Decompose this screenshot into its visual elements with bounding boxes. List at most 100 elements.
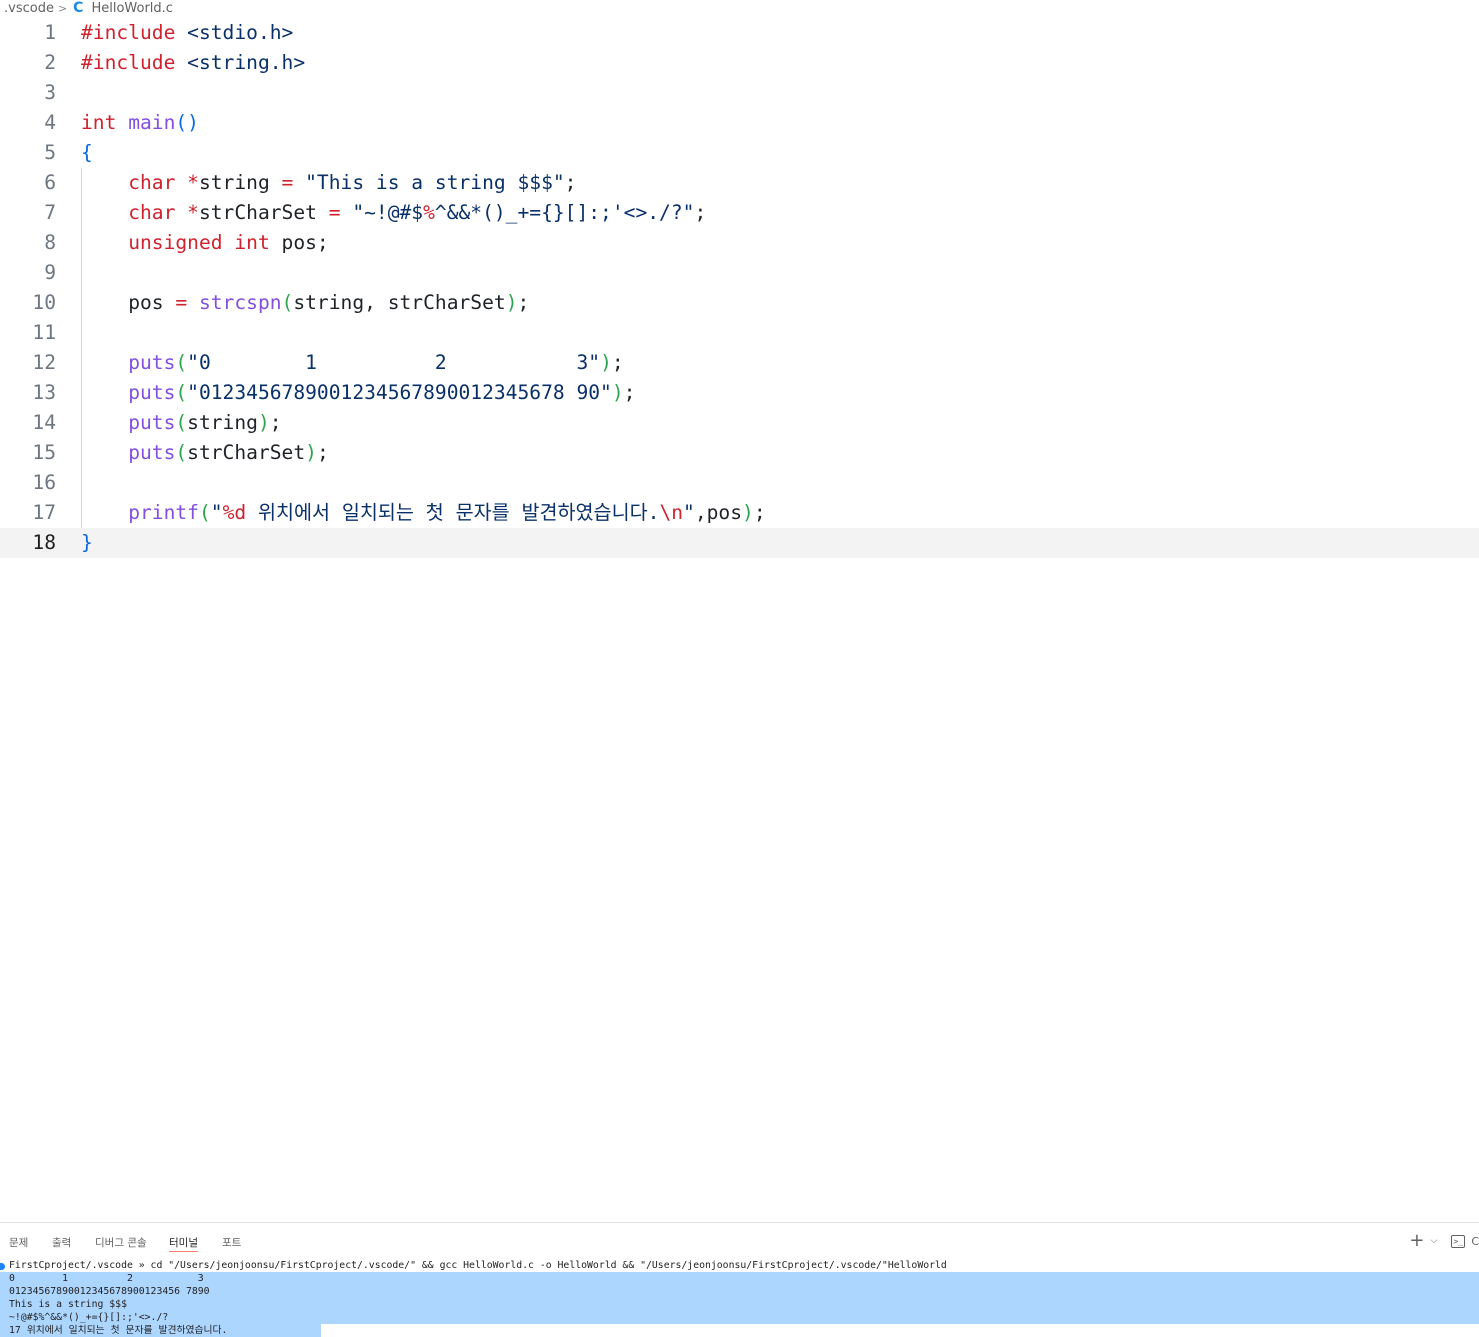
code-editor[interactable]: 1 #include <stdio.h> 2 #include <string.h> 3… [0,18,1479,1218]
code-token: "This is a string $$$" [305,171,565,194]
code-token: ) [742,501,754,524]
code-line[interactable]: 10 pos = strcspn(string, strCharSet); [0,288,1479,318]
line-number: 15 [32,441,56,464]
breadcrumb-folder[interactable]: .vscode [4,1,54,16]
code-token: #include [81,51,176,74]
breadcrumb: .vscode > C HelloWorld.c [0,0,1479,16]
chevron-right-icon: > [57,1,68,15]
code-line[interactable]: 1 #include <stdio.h> [0,18,1479,48]
chevron-down-icon[interactable]: ⌵ [1430,1236,1437,1246]
tab-debug-console[interactable]: 디버그 콘솔 [95,1235,147,1250]
code-token: ^&&*()_+={}[]:;'<>./?" [434,201,695,224]
code-line[interactable]: 2 #include <string.h> [0,48,1479,78]
code-token: ; [517,291,530,314]
code-token: <string.h> [187,51,306,74]
code-token: ; [269,411,282,434]
terminal-line: 01234567890012345678900123456 7890 [9,1286,210,1297]
code-line[interactable]: 4 int main() [0,108,1479,138]
line-number: 9 [44,261,56,284]
code-token: int [81,111,117,134]
code-text: pos = strcspn(string, strCharSet); [81,288,529,318]
line-number: 17 [32,501,56,524]
code-token: strcspn [198,291,282,314]
code-token: puts [128,381,176,404]
code-line[interactable]: 6 char *string = "This is a string $$$"; [0,168,1479,198]
code-token: ; [694,201,707,224]
terminal-name-label: C [1471,1234,1479,1248]
code-token: unsigned [128,231,223,254]
code-line[interactable]: 14 puts(string); [0,408,1479,438]
code-line[interactable]: 8 unsigned int pos; [0,228,1479,258]
code-token: ; [611,351,624,374]
code-line[interactable]: 13 puts("0123456789001234567890012345678… [0,378,1479,408]
tab-problems[interactable]: 문제 [9,1235,28,1250]
code-line[interactable]: 15 puts(strCharSet); [0,438,1479,468]
code-token: ) [305,441,317,464]
code-token: char [128,201,176,224]
code-token: ; [316,441,329,464]
bottom-panel: 문제 출력 디버그 콘솔 터미널 포트 + ⌵ >_ C FirstCproje… [0,1222,1479,1337]
code-token: main [128,111,176,134]
code-token: ( [175,441,188,464]
code-token: "0 1 2 3" [187,351,601,374]
code-token: printf [128,501,199,524]
tab-output[interactable]: 출력 [52,1235,71,1250]
c-file-icon: C [73,0,84,16]
code-text: char *strCharSet = "~!@#$%^&&*()_+={}[]:… [81,198,706,228]
code-line[interactable]: 9 [0,258,1479,288]
code-line[interactable]: 11 [0,318,1479,348]
code-line[interactable]: 3 [0,78,1479,108]
code-token: ) [505,291,518,314]
code-line[interactable]: 7 char *strCharSet = "~!@#$%^&&*()_+={}[… [0,198,1479,228]
line-number: 18 [32,531,56,554]
line-number: 8 [44,231,56,254]
code-text: puts(string); [81,408,282,438]
code-token: int [234,231,270,254]
code-token: %d [222,501,247,524]
plus-icon[interactable]: + [1409,1232,1424,1250]
code-token: pos [128,291,164,314]
code-token: ) [257,411,270,434]
code-token: () [175,111,199,134]
code-line[interactable]: 5{ [0,138,1479,168]
terminal-icon[interactable]: >_ [1451,1234,1466,1248]
line-number: 3 [44,81,56,104]
breadcrumb-file[interactable]: HelloWorld.c [91,1,173,16]
code-token: string, strCharSet [293,291,506,314]
code-token: ; [564,171,577,194]
tab-ports[interactable]: 포트 [222,1235,241,1250]
line-number: 11 [32,321,56,344]
code-token: ( [198,501,211,524]
code-token: ( [175,381,188,404]
code-line[interactable]: 18} [0,528,1479,558]
code-token: { [81,141,93,164]
code-token: ( [175,411,188,434]
code-line[interactable]: 12 puts("0 1 2 3"); [0,348,1479,378]
code-line[interactable]: 16 [0,468,1479,498]
code-token: * [187,201,199,224]
code-token: ) [600,351,612,374]
line-number: 16 [32,471,56,494]
tab-terminal[interactable]: 터미널 [169,1235,198,1252]
code-text: } [81,528,93,558]
line-number: 12 [32,351,56,374]
code-text: #include <string.h> [81,48,305,78]
terminal-line: ~!@#$%^&&*()_+={}[]:;'<>./? [9,1312,169,1323]
code-token: ; [753,501,766,524]
code-text: unsigned int pos; [81,228,329,258]
code-token: \n [659,501,684,524]
line-number: 1 [44,21,56,44]
line-number: 10 [32,291,56,314]
code-line[interactable]: 17 printf("%d 위치에서 일치되는 첫 문자를 발견하였습니다.\n… [0,498,1479,528]
code-token: = [281,171,294,194]
